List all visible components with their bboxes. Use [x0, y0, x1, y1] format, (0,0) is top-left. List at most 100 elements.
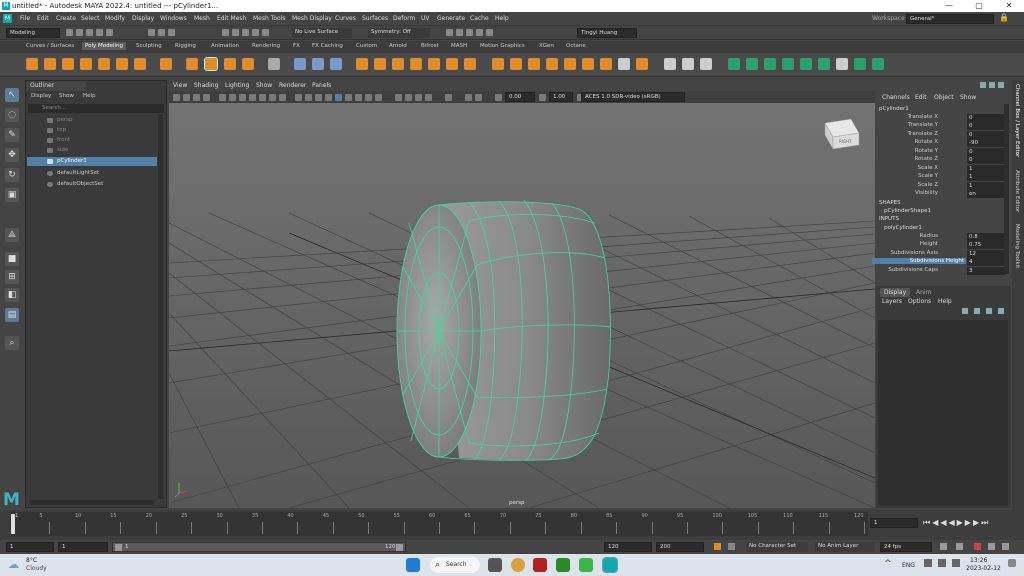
attributes-icon[interactable]	[980, 82, 986, 88]
sweep-mesh-icon[interactable]	[186, 58, 198, 70]
menu-generate[interactable]: Generate	[437, 15, 465, 22]
outliner-menu-show[interactable]: Show	[59, 93, 74, 99]
xbox-icon[interactable]	[556, 558, 570, 572]
outliner-item-pcylinder1[interactable]: pCylinder1	[27, 157, 157, 166]
input-node-name[interactable]: polyCylinder1	[884, 225, 922, 231]
user-account-dropdown[interactable]: Tingyi Huang	[577, 28, 637, 38]
menu-deform[interactable]: Deform	[393, 15, 415, 22]
uv-automatic-icon[interactable]	[782, 58, 794, 70]
depth-of-field-icon[interactable]	[425, 94, 432, 101]
attr-translate-z[interactable]: Translate Z0	[876, 131, 1005, 139]
poly-plane-icon[interactable]	[116, 58, 128, 70]
close-button[interactable]: ✕	[994, 0, 1024, 12]
outliner-layout-icon[interactable]: ▤	[5, 308, 19, 322]
shelf-tab-arnold[interactable]: Arnold	[389, 43, 407, 49]
target-weld-icon[interactable]	[464, 58, 476, 70]
menu-windows[interactable]: Windows	[160, 15, 187, 22]
viewport-menu-view[interactable]: View	[173, 82, 187, 89]
poke-icon[interactable]	[600, 58, 612, 70]
workspace-dropdown[interactable]: General*	[906, 14, 994, 24]
select-camera-icon[interactable]	[173, 94, 180, 101]
redo-icon[interactable]	[106, 29, 113, 36]
channel-box-scrollbar[interactable]	[1004, 104, 1009, 274]
chrome-icon[interactable]	[511, 558, 525, 572]
shelf-tab-bifrost[interactable]: Bifrost	[421, 43, 439, 49]
menu-cache[interactable]: Cache	[470, 15, 489, 22]
scale-tool-icon[interactable]: ▣	[5, 188, 19, 202]
live-surface-field[interactable]: No Live Surface	[292, 28, 352, 38]
slide-edge-icon[interactable]	[700, 58, 712, 70]
shelf-tab-octane[interactable]: Octane	[566, 43, 586, 49]
menu-edit[interactable]: Edit	[37, 15, 49, 22]
anti-aliasing-icon[interactable]	[415, 94, 422, 101]
snap-to-grid-icon[interactable]	[222, 29, 229, 36]
select-by-object-icon[interactable]	[158, 29, 165, 36]
uv-toolkit-icon[interactable]	[854, 58, 866, 70]
isolate-select-icon[interactable]	[445, 94, 452, 101]
viewport-menu-shading[interactable]: Shading	[194, 82, 218, 89]
poly-cylinder-icon[interactable]	[62, 58, 74, 70]
viewport-menu-panels[interactable]: Panels	[312, 82, 331, 89]
make-live-icon[interactable]	[262, 29, 269, 36]
outliner-item-persp[interactable]: persp	[27, 116, 157, 125]
app-red-icon[interactable]	[533, 558, 547, 572]
snap-to-point-icon[interactable]	[242, 29, 249, 36]
maya-taskbar-icon[interactable]	[602, 557, 618, 573]
menu-uv[interactable]: UV	[421, 15, 430, 22]
viewport-menu-show[interactable]: Show	[256, 82, 272, 89]
playback-end-field[interactable]: 120	[604, 542, 652, 552]
layer-menu-help[interactable]: Help	[938, 298, 952, 305]
select-by-component-icon[interactable]	[168, 29, 175, 36]
attr-translate-x[interactable]: Translate X0	[876, 114, 1005, 122]
show-manipulator-icon[interactable]: ⟁	[5, 228, 19, 242]
windows-start-icon[interactable]	[406, 558, 420, 572]
wireframe-on-shaded-icon[interactable]	[315, 94, 322, 101]
layer-tab-anim[interactable]: Anim	[916, 289, 931, 296]
exposure-icon[interactable]	[495, 94, 502, 101]
uv-unfold-icon[interactable]	[800, 58, 812, 70]
ipr-render-icon[interactable]	[456, 29, 463, 36]
shelf-tab-sculpting[interactable]: Sculpting	[136, 43, 162, 49]
shelf-tab-rendering[interactable]: Rendering	[252, 43, 280, 49]
attr-scale-x[interactable]: Scale X1	[876, 165, 1005, 173]
four-view-icon[interactable]: ⊞	[5, 270, 19, 284]
single-perspective-view-icon[interactable]: ■	[5, 252, 19, 266]
outliner-menu-help[interactable]: Help	[83, 93, 96, 99]
attr-rotate-x[interactable]: Rotate X -90	[876, 139, 1005, 147]
attr-rotate-y[interactable]: Rotate Y0	[876, 148, 1005, 156]
merge-icon[interactable]	[510, 58, 522, 70]
wechat-icon[interactable]	[579, 558, 593, 572]
append-polygon-icon[interactable]	[410, 58, 422, 70]
channel-menu-show[interactable]: Show	[960, 94, 976, 101]
outliner-search-input[interactable]: Search...	[28, 104, 164, 113]
xray-components-icon[interactable]	[375, 94, 382, 101]
shelf-tab-poly-modeling[interactable]: Poly Modeling	[82, 42, 127, 50]
outliner-item-front[interactable]: front	[27, 136, 157, 145]
new-layer-selected-icon[interactable]	[998, 308, 1004, 314]
maximize-button[interactable]: ▢	[964, 0, 994, 12]
quad-draw-icon[interactable]	[636, 58, 648, 70]
pcylinder1-mesh[interactable]	[396, 199, 611, 462]
channel-object-name[interactable]: pCylinder1	[879, 106, 909, 112]
poly-disc-icon[interactable]	[134, 58, 146, 70]
shelf-tab-fx[interactable]: FX	[293, 43, 300, 49]
side-tab-channel-box[interactable]: Channel Box / Layer Editor	[1014, 84, 1020, 157]
combine-icon[interactable]	[268, 58, 280, 70]
move-tool-icon[interactable]: ✥	[5, 148, 19, 162]
key-preferences-icon[interactable]	[728, 543, 735, 550]
persp-outliner-icon[interactable]: ◧	[5, 288, 19, 302]
safe-title-icon[interactable]	[279, 94, 286, 101]
type-tool-icon[interactable]	[224, 58, 236, 70]
menu-surfaces[interactable]: Surfaces	[362, 15, 388, 22]
workspace-lock-icon[interactable]: 🔒	[999, 13, 1009, 22]
attr-translate-y[interactable]: Translate Y0	[876, 122, 1005, 130]
menu-select[interactable]: Select	[81, 15, 100, 22]
shelf-tab-custom[interactable]: Custom	[356, 43, 377, 49]
shelf-tab-fx-caching[interactable]: FX Caching	[312, 43, 343, 49]
hypershade-icon[interactable]	[476, 29, 483, 36]
shelf-tab-motion-graphics[interactable]: Motion Graphics	[480, 43, 525, 49]
animation-end-field[interactable]: 200	[656, 542, 704, 552]
attr-visibility[interactable]: Visibility on	[876, 190, 1005, 198]
outliner-item-default-light-set[interactable]: defaultLightSet	[27, 169, 157, 178]
bridge-icon[interactable]	[374, 58, 386, 70]
